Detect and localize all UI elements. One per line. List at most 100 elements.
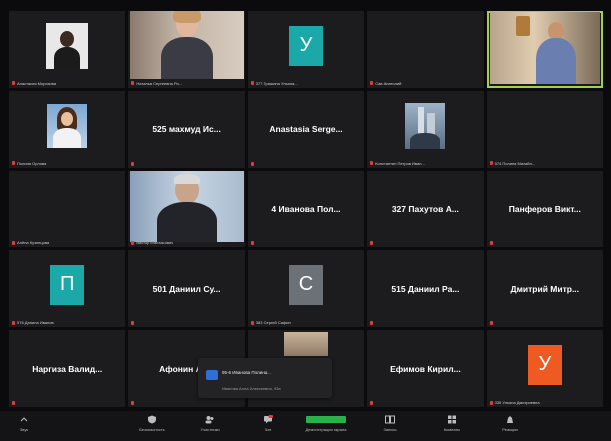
record-icon xyxy=(385,415,395,424)
toolbar-breakout-button[interactable]: Комнаты xyxy=(432,415,472,432)
participant-tile[interactable]: Ефимов Кирил... xyxy=(367,330,484,407)
mic-muted-icon xyxy=(370,241,374,246)
participant-display-name: 501 Даниил Су... xyxy=(152,283,221,294)
toolbar-label: Реакции xyxy=(502,427,518,432)
participant-video xyxy=(489,11,600,84)
participant-display-name: 327 Пахутов А... xyxy=(391,203,459,214)
avatar: У xyxy=(527,344,562,385)
participant-tooltip: 95-6 Иванова Полина... Иванова Алла Алек… xyxy=(198,358,332,398)
toolbar-audio-button[interactable]: Звук xyxy=(4,415,44,432)
participant-video xyxy=(405,103,446,150)
toolbar-reactions-button[interactable]: Реакции xyxy=(490,415,530,432)
participant-tile[interactable]: Виктор Малхасович xyxy=(128,170,245,248)
reactions-icon xyxy=(507,416,513,423)
participant-display-name: 525 махмуд Ис... xyxy=(152,124,221,135)
avatar: С xyxy=(288,264,323,305)
mic-muted-icon xyxy=(131,161,135,166)
participant-tile[interactable]: Алёна Кузнецова xyxy=(9,170,126,248)
participant-tile-active-speaker[interactable] xyxy=(486,11,603,88)
mic-muted-icon xyxy=(131,401,135,405)
toolbar-participants-button[interactable]: Участники xyxy=(190,415,230,432)
toolbar-security-button[interactable]: Безопасность xyxy=(132,415,172,432)
participant-video xyxy=(129,170,244,242)
participant-tile[interactable]: Наталья Сергеевна Ро... xyxy=(128,11,245,88)
mic-muted-icon xyxy=(12,320,15,325)
participant-display-name: Наргиза Валид... xyxy=(32,363,103,374)
participant-name: Анастасия Морозова xyxy=(17,80,56,86)
participant-video xyxy=(129,11,244,79)
participant-tile[interactable]: Полина Орлова xyxy=(9,90,126,168)
participant-display-name: 4 Иванова Пол... xyxy=(271,203,341,214)
participant-display-name: 515 Даниил Ра... xyxy=(391,283,460,294)
tooltip-title: 95-6 Иванова Полина... xyxy=(222,370,271,375)
toolbar-chat-button[interactable]: Чат xyxy=(248,415,288,432)
mic-muted-icon xyxy=(12,81,15,86)
mic-muted-icon xyxy=(489,400,493,405)
participant-tile[interactable]: Дмитрий Митр... xyxy=(486,250,603,328)
participant-name: 335 Ульяна Дмитриевна xyxy=(494,400,540,405)
meeting-toolbar: Звук Безопасность Участники Чат Демонстр… xyxy=(0,411,611,441)
toolbar-label: Комнаты xyxy=(443,427,461,432)
participant-name: 383 Сергей Сафин xyxy=(255,320,291,326)
participant-name: Полина Орлова xyxy=(17,160,47,166)
tooltip-subtitle: Иванова Алла Алексеевна, 93a xyxy=(222,386,281,391)
mic-muted-icon xyxy=(370,81,374,86)
chevron-up-icon xyxy=(20,417,28,422)
participant-tile[interactable]: 327 Пахутов А... xyxy=(367,170,484,248)
participant-name: 574 Полина Михайл... xyxy=(494,160,536,166)
participant-video xyxy=(46,23,89,70)
mic-muted-icon xyxy=(489,321,493,326)
participant-name: Сав Анатолий xyxy=(375,80,402,86)
participant-display-name: Панферов Викт... xyxy=(508,203,581,214)
participant-tile[interactable]: 4 Иванова Пол... xyxy=(247,170,365,248)
participant-display-name: Anastasia Serge... xyxy=(269,124,343,135)
participant-tile[interactable]: Сав Анатолий xyxy=(367,11,484,88)
participant-tile[interactable]: У 377 Гришина Ульяна... xyxy=(247,11,365,88)
shield-icon xyxy=(148,415,156,424)
participant-display-name: Ефимов Кирил... xyxy=(390,363,461,374)
toolbar-label: Безопасность xyxy=(139,427,165,432)
mic-muted-icon xyxy=(131,240,135,245)
mic-muted-icon xyxy=(370,321,374,326)
toolbar-share-screen-button[interactable]: Демонстрация экрана xyxy=(296,415,356,432)
mic-muted-icon xyxy=(250,161,254,166)
participant-tile[interactable]: У 335 Ульяна Дмитриевна xyxy=(486,330,603,407)
participant-video xyxy=(47,104,88,149)
participant-tile[interactable]: С 383 Сергей Сафин xyxy=(247,250,365,328)
mic-muted-icon xyxy=(250,81,254,86)
mic-muted-icon xyxy=(12,161,15,166)
mic-muted-icon xyxy=(131,321,135,326)
participant-display-name: Дмитрий Митр... xyxy=(510,283,580,294)
mic-muted-icon xyxy=(12,401,15,405)
participant-tile[interactable]: Константин Петров Иван... xyxy=(367,90,484,168)
mic-muted-icon xyxy=(131,81,135,86)
mic-muted-icon xyxy=(489,241,493,246)
mic-muted-icon xyxy=(250,241,254,246)
participant-name: Виктор Малхасович xyxy=(136,240,174,246)
participant-tile[interactable]: 525 махмуд Ис... xyxy=(128,90,245,168)
participant-tile[interactable]: 515 Даниил Ра... xyxy=(367,250,484,328)
breakout-icon xyxy=(448,415,456,424)
participant-name: 576 Данила Иванов xyxy=(17,320,54,326)
participant-name: 377 Гришина Ульяна... xyxy=(255,80,298,86)
participant-tile[interactable]: Наргиза Валид... xyxy=(9,330,126,407)
avatar: П xyxy=(50,264,85,305)
participant-tile[interactable]: П 576 Данила Иванов xyxy=(9,250,126,328)
mic-muted-icon xyxy=(489,161,493,166)
avatar: У xyxy=(288,25,323,66)
toolbar-record-button[interactable]: Запись xyxy=(370,415,410,432)
participant-tile[interactable]: Anastasia Serge... xyxy=(247,90,365,168)
chat-icon xyxy=(264,415,273,424)
participant-tile[interactable]: Анастасия Морозова xyxy=(9,11,126,88)
participant-name: Наталья Сергеевна Ро... xyxy=(136,80,183,86)
mic-muted-icon xyxy=(370,401,374,405)
toolbar-label: Запись xyxy=(383,427,397,432)
badge-icon xyxy=(206,370,218,380)
participant-tile[interactable]: Панферов Викт... xyxy=(486,170,603,248)
toolbar-label: Демонстрация экрана xyxy=(305,427,347,432)
participant-name: Константин Петров Иван... xyxy=(375,160,425,166)
mic-muted-icon xyxy=(250,320,254,325)
mic-muted-icon xyxy=(12,240,15,245)
participant-tile[interactable]: 574 Полина Михайл... xyxy=(486,90,603,168)
participant-tile[interactable]: 501 Даниил Су... xyxy=(128,250,245,328)
